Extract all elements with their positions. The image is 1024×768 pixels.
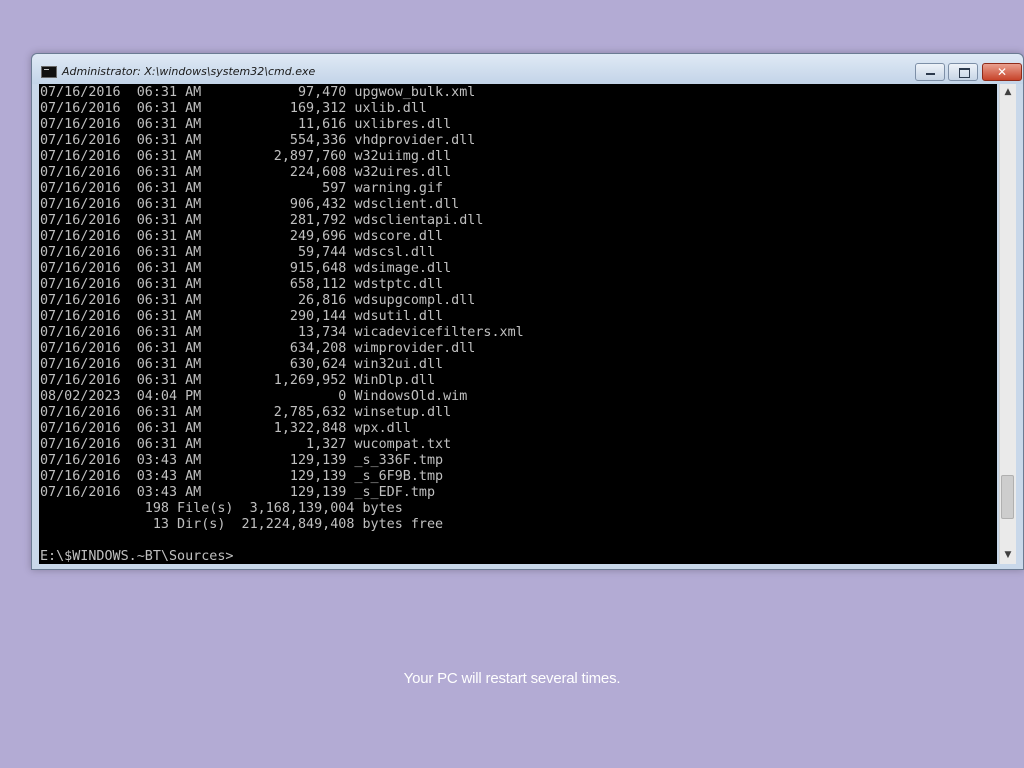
cmd-window[interactable]: Administrator: X:\windows\system32\cmd.e… bbox=[31, 53, 1024, 570]
console-line: 07/16/2016 06:31 AM 11,616 uxlibres.dll bbox=[40, 117, 452, 132]
vertical-scrollbar[interactable]: ▲ ▼ bbox=[999, 84, 1016, 564]
scroll-down-arrow-icon[interactable]: ▼ bbox=[1000, 547, 1016, 564]
console-line: 07/16/2016 06:31 AM 915,648 wdsimage.dll bbox=[40, 261, 452, 276]
console-line: 07/16/2016 03:43 AM 129,139 _s_6F9B.tmp bbox=[40, 469, 444, 484]
console-line: 198 File(s) 3,168,139,004 bytes bbox=[40, 501, 403, 516]
scroll-up-arrow-icon[interactable]: ▲ bbox=[1000, 84, 1016, 101]
window-title: Administrator: X:\windows\system32\cmd.e… bbox=[62, 65, 316, 78]
scrollbar-thumb[interactable] bbox=[1001, 475, 1014, 519]
console-output[interactable]: 07/16/2016 06:31 AM 97,470 upgwow_bulk.x… bbox=[39, 84, 997, 564]
console-line: 07/16/2016 06:31 AM 26,816 wdsupgcompl.d… bbox=[40, 293, 476, 308]
console-line: 07/16/2016 06:31 AM 2,897,760 w32uiimg.d… bbox=[40, 149, 452, 164]
console-line: 07/16/2016 06:31 AM 97,470 upgwow_bulk.x… bbox=[40, 85, 476, 100]
console-line: 07/16/2016 06:31 AM 1,322,848 wpx.dll bbox=[40, 421, 411, 436]
close-button[interactable]: ✕ bbox=[982, 63, 1022, 81]
command-prompt: E:\$WINDOWS.~BT\Sources> bbox=[40, 549, 234, 564]
setup-status-message: Your PC will restart several times. bbox=[403, 670, 621, 687]
console-line: 08/02/2023 04:04 PM 0 WindowsOld.wim bbox=[40, 389, 468, 404]
console-line: 07/16/2016 06:31 AM 2,785,632 winsetup.d… bbox=[40, 405, 452, 420]
console-line: 07/16/2016 06:31 AM 597 warning.gif bbox=[40, 181, 444, 196]
console-line: 07/16/2016 06:31 AM 224,608 w32uires.dll bbox=[40, 165, 452, 180]
cmd-icon[interactable] bbox=[41, 66, 57, 78]
console-line: 07/16/2016 06:31 AM 554,336 vhdprovider.… bbox=[40, 133, 476, 148]
console-line: 07/16/2016 06:31 AM 1,269,952 WinDlp.dll bbox=[40, 373, 436, 388]
console-lines: 07/16/2016 06:31 AM 97,470 upgwow_bulk.x… bbox=[40, 85, 524, 564]
console-line: 07/16/2016 06:31 AM 13,734 wicadevicefil… bbox=[40, 325, 524, 340]
console-line: 07/16/2016 06:31 AM 906,432 wdsclient.dl… bbox=[40, 197, 460, 212]
maximize-icon bbox=[959, 68, 970, 78]
console-line: 07/16/2016 06:31 AM 634,208 wimprovider.… bbox=[40, 341, 476, 356]
console-line: 07/16/2016 06:31 AM 630,624 win32ui.dll bbox=[40, 357, 444, 372]
console-line: 07/16/2016 03:43 AM 129,139 _s_EDF.tmp bbox=[40, 485, 436, 500]
console-line: 13 Dir(s) 21,224,849,408 bytes free bbox=[40, 517, 444, 532]
maximize-button[interactable] bbox=[948, 63, 978, 81]
console-line: 07/16/2016 03:43 AM 129,139 _s_336F.tmp bbox=[40, 453, 444, 468]
console-line: 07/16/2016 06:31 AM 1,327 wucompat.txt bbox=[40, 437, 452, 452]
setup-background: Administrator: X:\windows\system32\cmd.e… bbox=[0, 0, 1024, 768]
console-line: 07/16/2016 06:31 AM 249,696 wdscore.dll bbox=[40, 229, 444, 244]
title-bar[interactable]: Administrator: X:\windows\system32\cmd.e… bbox=[32, 54, 1023, 84]
console-line: 07/16/2016 06:31 AM 290,144 wdsutil.dll bbox=[40, 309, 444, 324]
console-line: 07/16/2016 06:31 AM 281,792 wdsclientapi… bbox=[40, 213, 484, 228]
console-line: 07/16/2016 06:31 AM 59,744 wdscsl.dll bbox=[40, 245, 436, 260]
console-line: 07/16/2016 06:31 AM 169,312 uxlib.dll bbox=[40, 101, 427, 116]
close-icon: ✕ bbox=[996, 65, 1008, 79]
minimize-icon bbox=[926, 73, 935, 75]
minimize-button[interactable] bbox=[915, 63, 945, 81]
console-line: 07/16/2016 06:31 AM 658,112 wdstptc.dll bbox=[40, 277, 444, 292]
